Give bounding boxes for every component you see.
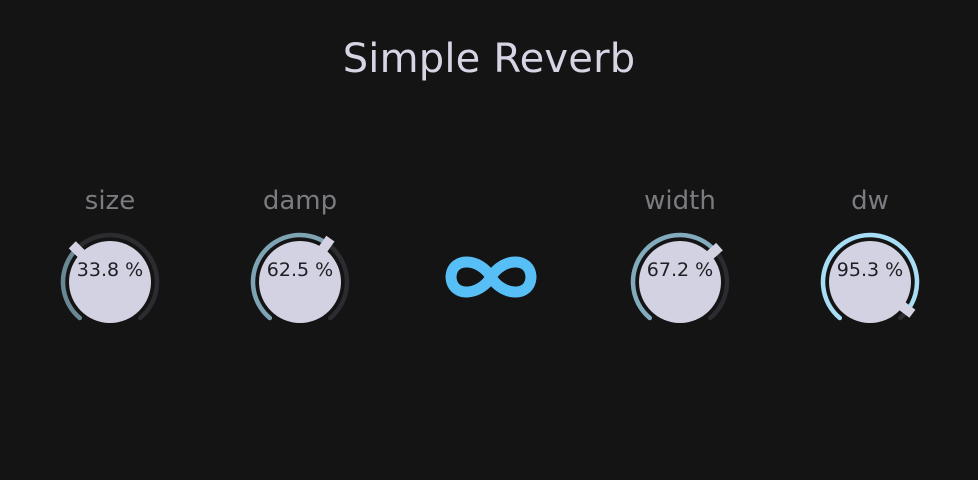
knob-size[interactable]: size 33.8 %: [50, 186, 170, 346]
knob-width-label: width: [644, 186, 716, 216]
knob-size-label: size: [84, 186, 136, 216]
plugin-title: Simple Reverb: [342, 36, 636, 82]
knob-damp-dial[interactable]: [240, 222, 360, 342]
knob-face: [259, 241, 341, 323]
knob-dw[interactable]: dw 95.3 %: [810, 186, 930, 346]
infinity-icon: [445, 256, 537, 298]
knob-size-dial[interactable]: [50, 222, 170, 342]
knob-dw-dial[interactable]: [810, 222, 930, 342]
knob-face: [829, 241, 911, 323]
knob-width-dial[interactable]: [620, 222, 740, 342]
knob-damp[interactable]: damp 62.5 %: [240, 186, 360, 346]
knob-width[interactable]: width 67.2 %: [620, 186, 740, 346]
knob-damp-label: damp: [262, 186, 338, 216]
knob-dw-label: dw: [851, 186, 889, 216]
